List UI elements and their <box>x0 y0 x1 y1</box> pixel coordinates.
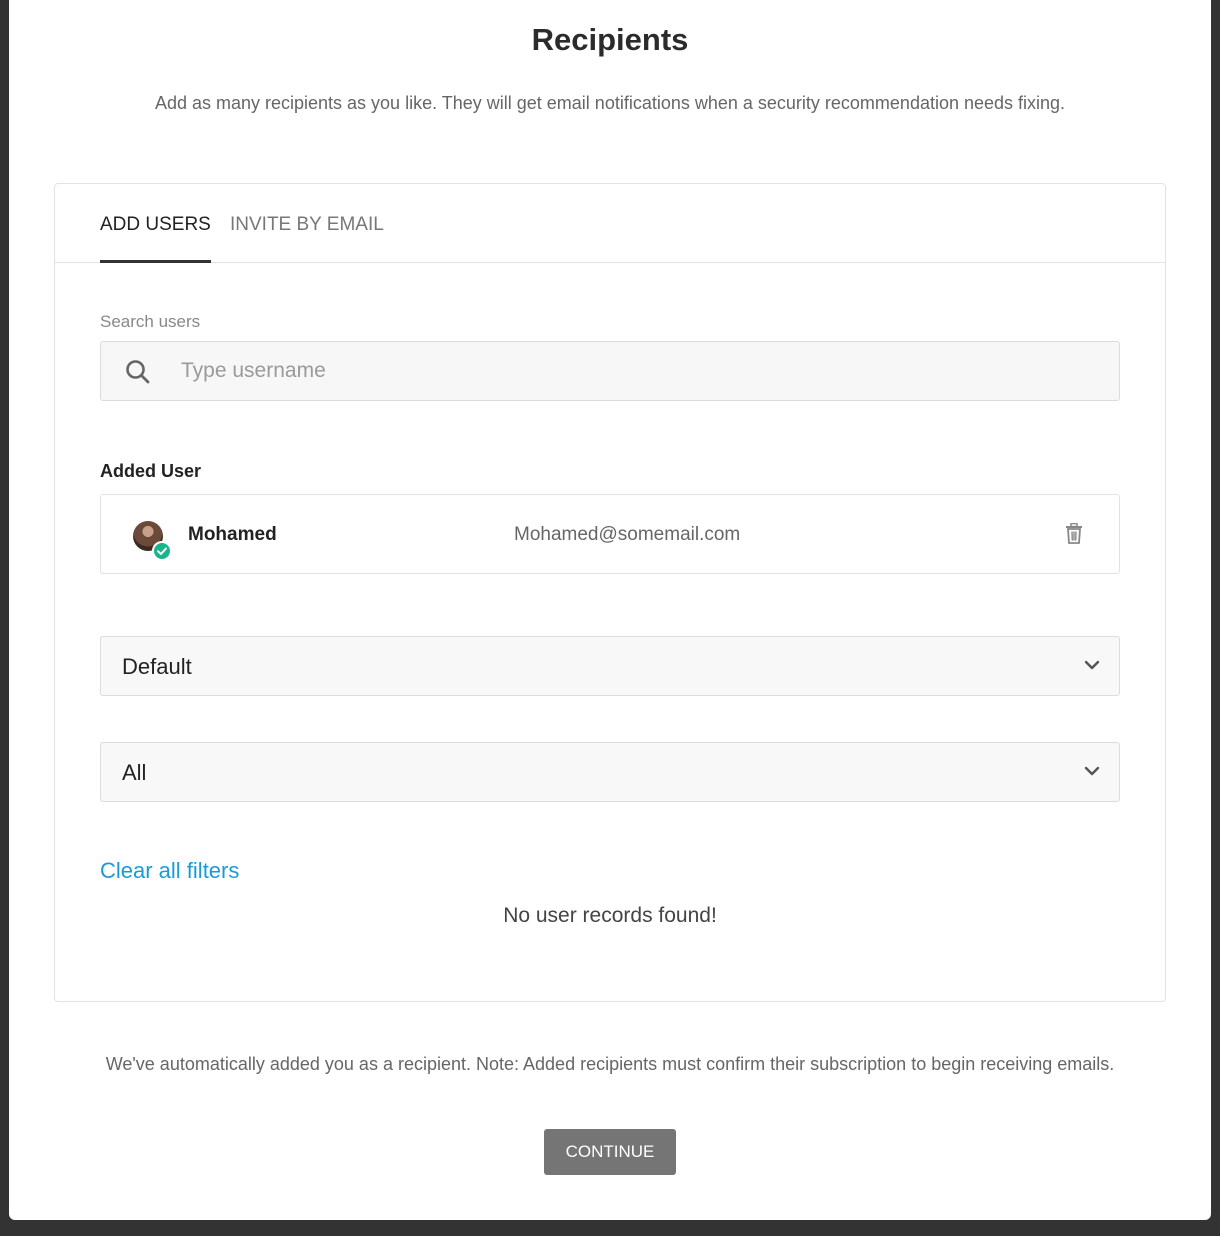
recipients-card: ADD USERS INVITE BY EMAIL Search users A… <box>54 183 1166 1002</box>
tab-add-users[interactable]: ADD USERS <box>100 214 211 263</box>
empty-state-message: No user records found! <box>503 904 717 927</box>
recipient-note: We've automatically added you as a recip… <box>105 1054 1115 1074</box>
page-subtitle: Add as many recipients as you like. They… <box>154 93 1066 113</box>
all-select-value: All <box>122 760 147 785</box>
trash-icon[interactable] <box>1064 522 1084 550</box>
recipients-modal: Recipients Add as many recipients as you… <box>9 0 1211 1220</box>
chevron-down-icon <box>1083 764 1101 783</box>
default-select[interactable]: Default <box>100 636 1120 696</box>
user-email: Mohamed@somemail.com <box>514 524 741 545</box>
added-user-label: Added User <box>100 461 202 481</box>
check-icon <box>152 541 172 561</box>
chevron-down-icon <box>1083 658 1101 677</box>
default-select-value: Default <box>122 654 192 679</box>
tab-bar: ADD USERS INVITE BY EMAIL <box>55 184 1165 263</box>
user-name: Mohamed <box>188 524 277 545</box>
page-title: Recipients <box>531 22 689 57</box>
search-box[interactable] <box>100 341 1120 401</box>
search-icon <box>125 359 151 390</box>
search-users-label: Search users <box>100 312 201 331</box>
list-item: Mohamed Mohamed@somemail.com <box>100 494 1120 574</box>
search-input[interactable] <box>181 342 1081 400</box>
continue-button[interactable]: CONTINUE <box>544 1129 676 1175</box>
clear-all-filters-link[interactable]: Clear all filters <box>100 858 239 884</box>
tab-invite-by-email[interactable]: INVITE BY EMAIL <box>230 214 384 260</box>
all-select[interactable]: All <box>100 742 1120 802</box>
